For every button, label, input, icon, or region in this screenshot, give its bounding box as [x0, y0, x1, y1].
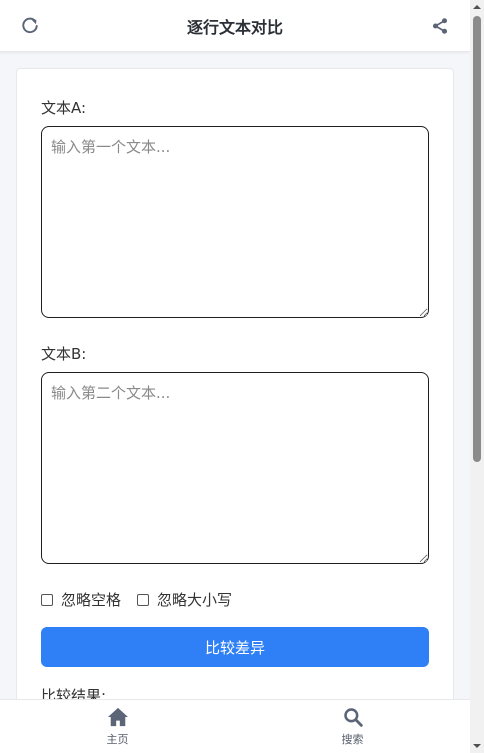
nav-home[interactable]: 主页 [0, 700, 235, 753]
home-icon [107, 707, 128, 726]
nav-search-label: 搜索 [341, 732, 364, 746]
text-a-label: 文本A: [41, 99, 87, 117]
ignore-case-option[interactable]: 忽略大小写 [137, 589, 232, 610]
text-b-label: 文本B: [41, 345, 87, 363]
ignore-space-option[interactable]: 忽略空格 [41, 589, 121, 610]
nav-home-label: 主页 [106, 732, 129, 746]
page-title: 逐行文本对比 [186, 17, 283, 37]
ignore-space-label: 忽略空格 [61, 591, 122, 609]
scroll-up-arrow-icon[interactable] [473, 3, 481, 11]
result-label: 比较结果: [41, 687, 107, 699]
ignore-space-checkbox[interactable] [41, 593, 53, 606]
text-b-input[interactable] [41, 372, 429, 564]
main-content[interactable]: 文本A: 文本B: 忽略空格 忽略大小写 比较差异 比较结果: [0, 52, 470, 699]
search-icon [343, 707, 363, 727]
nav-search[interactable]: 搜索 [235, 700, 470, 753]
scrollbar-thumb[interactable] [473, 16, 481, 462]
compare-card: 文本A: 文本B: 忽略空格 忽略大小写 比较差异 比较结果: [16, 68, 454, 699]
bottom-nav: 主页 搜索 [0, 699, 470, 753]
app-frame: 逐行文本对比 文本A: 文本B: 忽略空格 [0, 0, 484, 753]
compare-button[interactable]: 比较差异 [41, 627, 429, 667]
scroll-down-arrow-icon[interactable] [473, 742, 481, 750]
share-icon[interactable] [428, 14, 452, 38]
options-row: 忽略空格 忽略大小写 [41, 589, 232, 610]
text-a-input[interactable] [41, 126, 429, 318]
ignore-case-label: 忽略大小写 [157, 591, 233, 609]
refresh-icon[interactable] [18, 14, 42, 38]
vertical-scrollbar[interactable] [470, 0, 484, 753]
top-bar: 逐行文本对比 [0, 0, 470, 52]
ignore-case-checkbox[interactable] [137, 593, 150, 606]
